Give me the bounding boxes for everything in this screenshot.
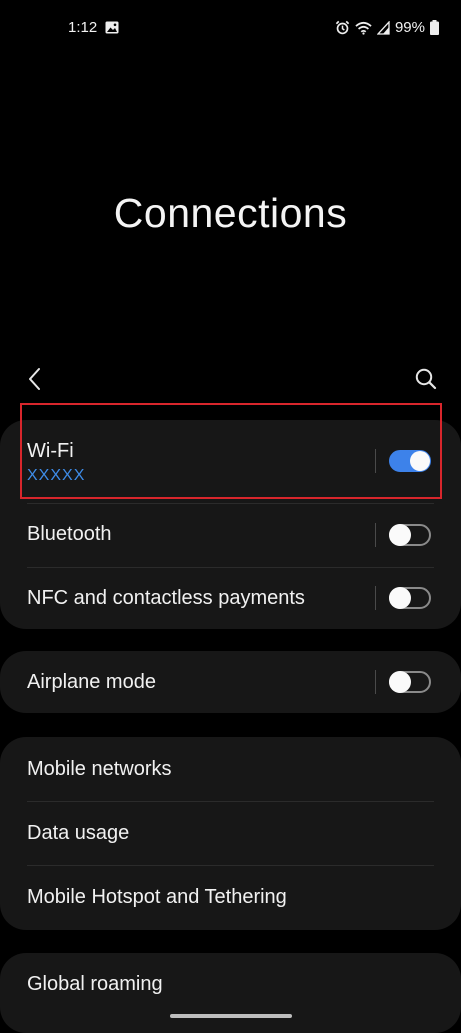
alarm-icon xyxy=(335,20,350,35)
data-usage-label: Data usage xyxy=(27,822,130,844)
nfc-label: NFC and contactless payments xyxy=(27,587,305,609)
roaming-card: Global roaming xyxy=(0,953,461,1033)
airplane-mode-row[interactable]: Airplane mode xyxy=(0,651,461,713)
hotspot-label: Mobile Hotspot and Tethering xyxy=(27,886,287,908)
bluetooth-row[interactable]: Bluetooth xyxy=(0,504,461,566)
divider-vertical xyxy=(375,670,376,694)
battery-percent: 99% xyxy=(394,19,425,36)
chevron-left-icon xyxy=(29,368,40,390)
wifi-icon xyxy=(355,21,372,35)
mobile-networks-label: Mobile networks xyxy=(27,758,172,780)
status-bar: 1:12 99% xyxy=(0,0,461,56)
global-roaming-label: Global roaming xyxy=(27,973,163,995)
mobile-networks-row[interactable]: Mobile networks xyxy=(0,737,461,801)
nfc-row[interactable]: NFC and contactless payments xyxy=(0,568,461,629)
divider-vertical xyxy=(375,523,376,547)
bluetooth-toggle[interactable] xyxy=(389,524,431,546)
global-roaming-row[interactable]: Global roaming xyxy=(0,953,461,1017)
airplane-card: Airplane mode xyxy=(0,651,461,713)
search-button[interactable] xyxy=(413,366,439,392)
airplane-mode-label: Airplane mode xyxy=(27,671,156,693)
search-icon xyxy=(415,368,437,390)
network-card: Mobile networks Data usage Mobile Hotspo… xyxy=(0,737,461,930)
highlight-box xyxy=(20,403,442,499)
status-time: 1:12 xyxy=(68,19,98,36)
signal-icon xyxy=(376,20,390,35)
back-button[interactable] xyxy=(22,364,50,394)
gallery-icon xyxy=(105,21,119,34)
bluetooth-label: Bluetooth xyxy=(27,523,112,545)
home-indicator xyxy=(170,1014,292,1018)
nfc-toggle[interactable] xyxy=(389,587,431,609)
data-usage-row[interactable]: Data usage xyxy=(0,802,461,865)
divider-vertical xyxy=(375,586,376,610)
hotspot-row[interactable]: Mobile Hotspot and Tethering xyxy=(0,866,461,930)
page-title: Connections xyxy=(113,190,348,236)
battery-icon xyxy=(430,20,439,35)
airplane-mode-toggle[interactable] xyxy=(389,671,431,693)
